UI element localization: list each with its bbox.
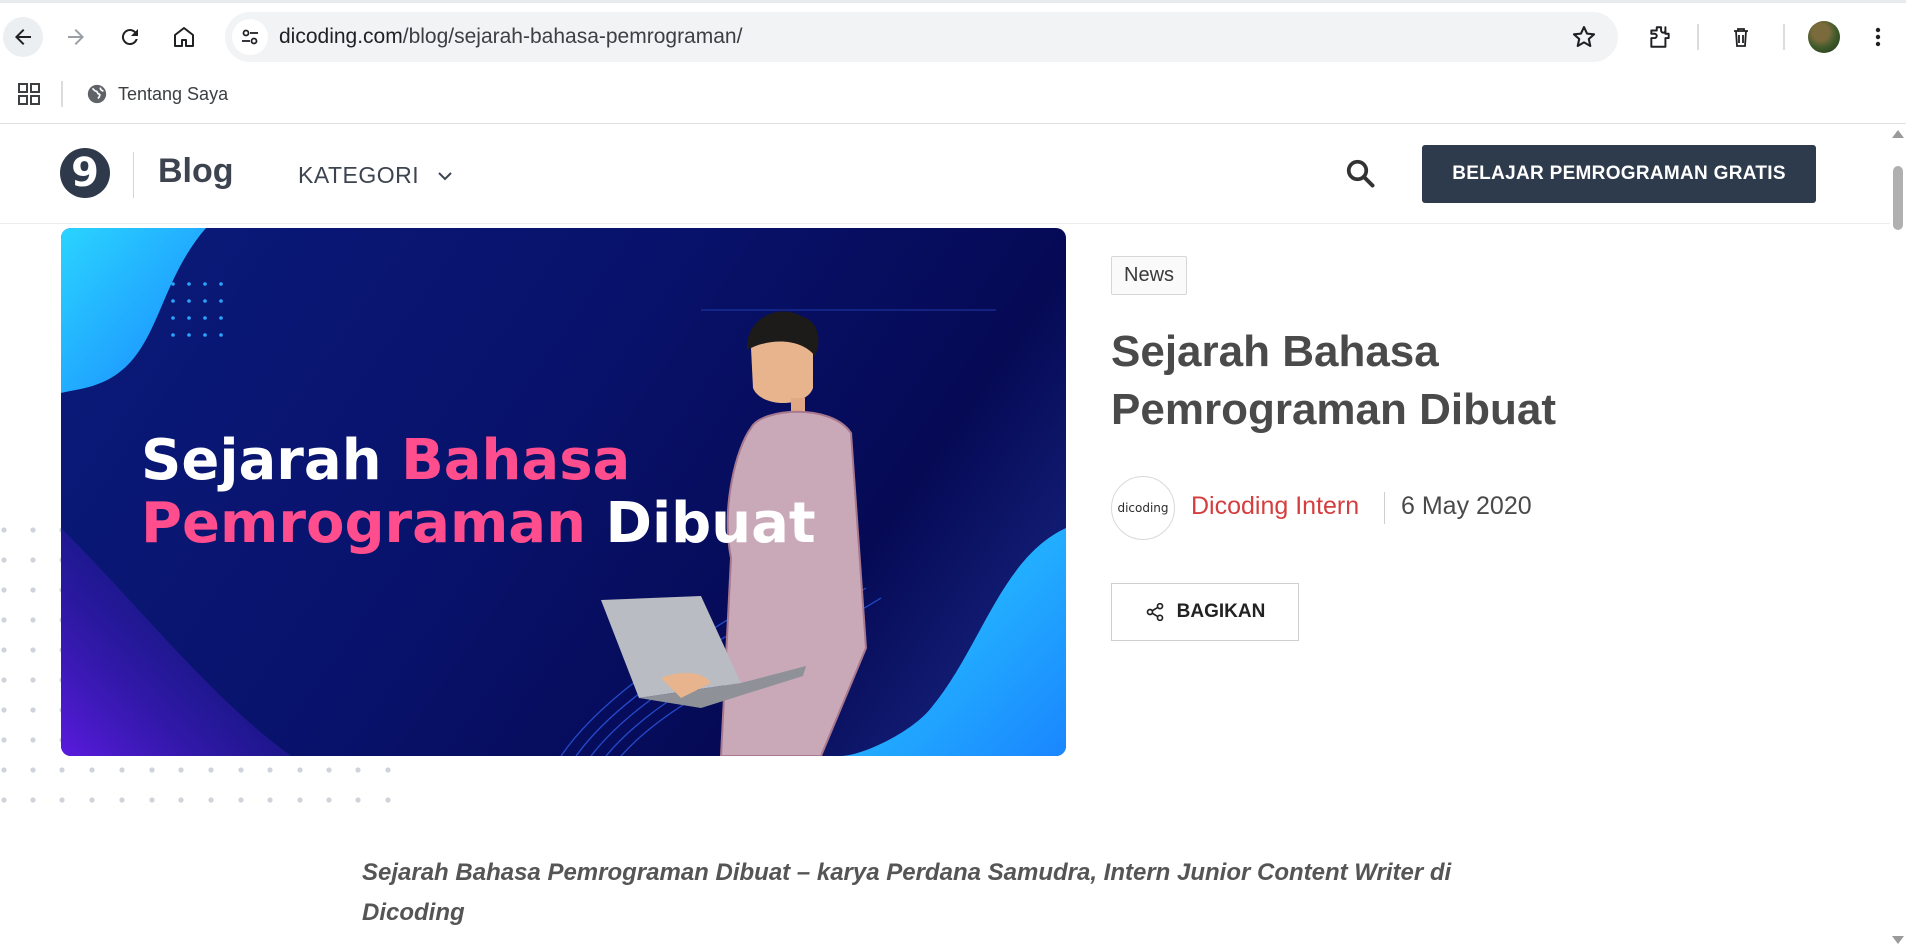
site-settings-icon	[242, 29, 258, 45]
dicoding-logo[interactable]: 9	[60, 148, 110, 198]
kategori-dropdown[interactable]: KATEGORI	[298, 162, 453, 189]
forward-arrow-icon	[68, 29, 84, 45]
scrollbar-track[interactable]	[1890, 124, 1906, 951]
hero-headline-line2: Pemrograman Dibuat	[141, 491, 816, 556]
hero-headline-line1: Sejarah Bahasa	[141, 428, 630, 493]
apps-grid-icon[interactable]	[17, 82, 41, 106]
home-button[interactable]	[164, 17, 204, 57]
trash-icon	[1734, 28, 1748, 47]
forward-button[interactable]	[56, 17, 96, 57]
bookmarks-bar	[0, 74, 1906, 124]
kategori-label: KATEGORI	[298, 162, 420, 188]
scrollbar-thumb[interactable]	[1893, 166, 1903, 230]
extensions-button[interactable]	[1645, 22, 1675, 52]
trash-button[interactable]	[1726, 22, 1756, 52]
bookmarks-divider	[61, 81, 63, 107]
scroll-up-arrow[interactable]	[1892, 130, 1904, 138]
scroll-down-arrow[interactable]	[1892, 936, 1904, 944]
share-button[interactable]: BAGIKAN	[1111, 583, 1299, 641]
meta-divider	[1384, 492, 1385, 524]
toolbar-divider	[1783, 24, 1785, 50]
blog-title[interactable]: Blog	[158, 152, 234, 191]
hero-text-pink: Bahasa	[401, 428, 631, 493]
hero-banner: Sejarah Bahasa Pemrograman Dibuat	[61, 228, 1066, 756]
article-intro: Sejarah Bahasa Pemrograman Dibuat – kary…	[362, 859, 1452, 926]
back-button[interactable]	[3, 17, 43, 57]
bookmark-label: Tentang Saya	[118, 83, 229, 104]
tab-strip-edge	[0, 0, 1906, 3]
share-icon	[1146, 602, 1163, 622]
site-header: 9 Blog KATEGORI BELAJAR PEMROGRAMAN GRAT…	[0, 124, 1890, 224]
url-text[interactable]: dicoding.com/blog/sejarah-bahasa-pemrogr…	[279, 25, 742, 49]
belajar-gratis-button[interactable]: BELAJAR PEMROGRAMAN GRATIS	[1422, 145, 1816, 203]
hero-text-pink: Pemrograman	[141, 491, 586, 556]
hero-text-white: Sejarah	[141, 428, 402, 493]
home-icon	[174, 27, 194, 47]
back-arrow-icon	[15, 29, 31, 45]
search-icon[interactable]	[1345, 158, 1375, 188]
category-tag[interactable]: News	[1111, 256, 1188, 295]
url-domain: dicoding.com	[279, 25, 403, 48]
reload-icon	[121, 29, 138, 46]
extensions-icon	[1650, 26, 1670, 48]
address-bar[interactable]: dicoding.com/blog/sejarah-bahasa-pemrogr…	[225, 12, 1618, 62]
post-date: 6 May 2020	[1401, 492, 1532, 520]
share-label: BAGIKAN	[1176, 601, 1266, 622]
toolbar-divider	[1697, 24, 1699, 50]
article-title: Sejarah Bahasa Pemrograman Dibuat	[1111, 327, 1556, 434]
site-info-button[interactable]	[232, 19, 268, 55]
author-name[interactable]: Dicoding Intern	[1191, 492, 1359, 521]
profile-avatar[interactable]	[1808, 21, 1840, 53]
logo-divider	[133, 152, 134, 198]
globe-icon	[87, 84, 107, 104]
kebab-menu-button[interactable]	[1863, 22, 1893, 52]
reload-button[interactable]	[110, 17, 150, 57]
url-path: /blog/sejarah-bahasa-pemrograman/	[402, 25, 743, 48]
bookmark-item[interactable]: Tentang Saya	[86, 81, 228, 107]
author-avatar[interactable]: dicoding	[1111, 476, 1175, 540]
kebab-menu-icon	[1875, 27, 1881, 47]
hero-text-white: Dibuat	[585, 491, 816, 556]
browser-toolbar: dicoding.com/blog/sejarah-bahasa-pemrogr…	[0, 0, 1906, 74]
star-icon[interactable]	[1570, 23, 1598, 51]
chevron-down-icon	[438, 171, 452, 180]
